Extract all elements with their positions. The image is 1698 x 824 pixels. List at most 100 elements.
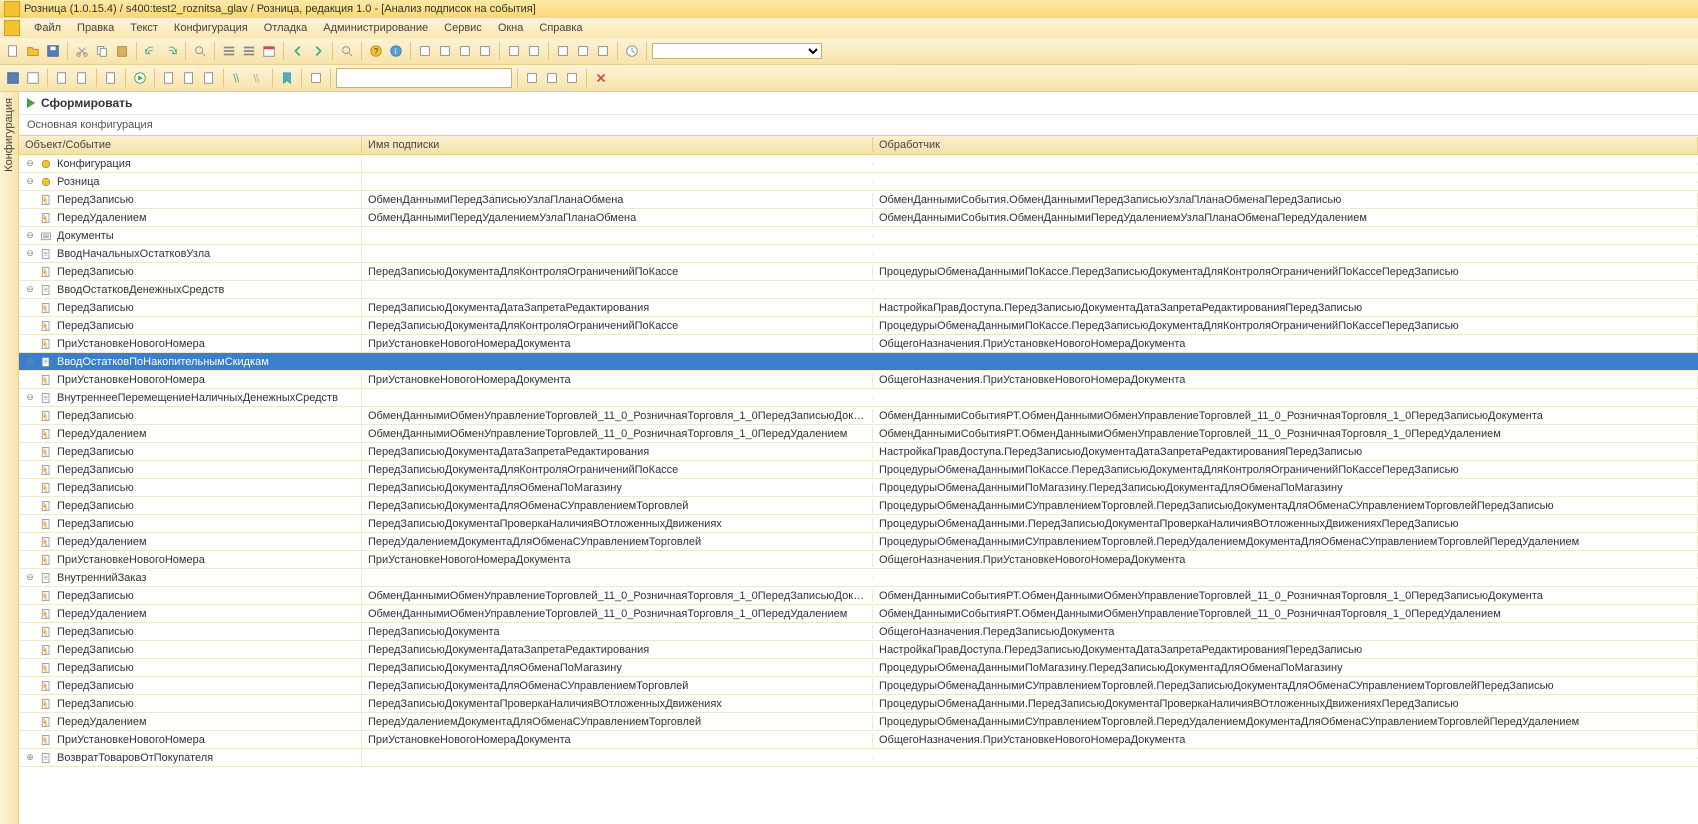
table-row[interactable]: ПередЗаписьюПередЗаписьюДокументаДатаЗап…	[19, 299, 1698, 317]
table-row[interactable]: ПередЗаписьюПередЗаписьюДокументаДатаЗап…	[19, 443, 1698, 461]
form-button[interactable]: Сформировать	[19, 92, 1698, 115]
uncomment-icon[interactable]	[249, 69, 267, 87]
zoom-icon[interactable]	[338, 42, 356, 60]
tree-toggle-icon[interactable]: ⊖	[25, 285, 35, 295]
tb-i[interactable]	[594, 42, 612, 60]
tb-g[interactable]	[554, 42, 572, 60]
menu-config[interactable]: Конфигурация	[166, 20, 256, 36]
table-row[interactable]: ⊖ВнутреннееПеремещениеНаличныхДенежныхСр…	[19, 389, 1698, 407]
tb2-h[interactable]	[200, 69, 218, 87]
tb2-e[interactable]	[102, 69, 120, 87]
table-row[interactable]: ПередЗаписьюОбменДаннымиОбменУправлениеТ…	[19, 587, 1698, 605]
tb2-c[interactable]	[53, 69, 71, 87]
table-row[interactable]: ПередЗаписьюОбменДаннымиПередЗаписьюУзла…	[19, 191, 1698, 209]
tb2-d[interactable]	[73, 69, 91, 87]
table-row[interactable]: ПередЗаписьюПередЗаписьюДокументаДляКонт…	[19, 317, 1698, 335]
search-icon[interactable]	[191, 42, 209, 60]
menu-help[interactable]: Справка	[531, 20, 590, 36]
tree-toggle-icon[interactable]: ⊖	[25, 393, 35, 403]
table-row[interactable]: ⊖ВнутреннийЗаказ	[19, 569, 1698, 587]
menu-edit[interactable]: Правка	[69, 20, 122, 36]
table-row[interactable]: ⊖ВводНачальныхОстатковУзла	[19, 245, 1698, 263]
play-icon[interactable]	[131, 69, 149, 87]
tree-toggle-icon[interactable]: ⊖	[25, 159, 35, 169]
tb-a[interactable]	[416, 42, 434, 60]
comment-icon[interactable]	[229, 69, 247, 87]
tb2-i[interactable]	[307, 69, 325, 87]
menu-debug[interactable]: Отладка	[256, 20, 315, 36]
table-row[interactable]: ⊕ВозвратТоваровОтПокупателя	[19, 749, 1698, 767]
menu-service[interactable]: Сервис	[436, 20, 490, 36]
undo-icon[interactable]	[142, 42, 160, 60]
table-row[interactable]: ПередЗаписьюПередЗаписьюДокументаДляОбме…	[19, 677, 1698, 695]
table-row[interactable]: ⊖Розница	[19, 173, 1698, 191]
tb2-k[interactable]	[543, 69, 561, 87]
table-row[interactable]: ⊖ВводОстатковПоНакопительнымСкидкам	[19, 353, 1698, 371]
close-x-icon[interactable]	[592, 69, 610, 87]
table-row[interactable]: ПриУстановкеНовогоНомераПриУстановкеНово…	[19, 371, 1698, 389]
tree-toggle-icon[interactable]: ⊖	[25, 573, 35, 583]
col-handler[interactable]: Обработчик	[873, 137, 1698, 153]
tb2-j[interactable]	[523, 69, 541, 87]
tree-toggle-icon[interactable]: ⊖	[25, 177, 35, 187]
table-row[interactable]: ПередУдалениемОбменДаннымиОбменУправлени…	[19, 425, 1698, 443]
table-row[interactable]: ПередЗаписьюПередЗаписьюДокументаДляОбме…	[19, 479, 1698, 497]
grid-body[interactable]: ⊖Конфигурация⊖РозницаПередЗаписьюОбменДа…	[19, 155, 1698, 824]
calendar-icon[interactable]	[260, 42, 278, 60]
tb-f[interactable]	[525, 42, 543, 60]
tree-toggle-icon[interactable]: ⊖	[25, 357, 35, 367]
tb2-f[interactable]	[160, 69, 178, 87]
menu-text[interactable]: Текст	[122, 20, 166, 36]
tb-d[interactable]	[476, 42, 494, 60]
table-row[interactable]: ПриУстановкеНовогоНомераПриУстановкеНово…	[19, 551, 1698, 569]
paste-icon[interactable]	[113, 42, 131, 60]
menu-file[interactable]: Файл	[26, 20, 69, 36]
col-subscription-name[interactable]: Имя подписки	[362, 137, 873, 153]
tb-e[interactable]	[505, 42, 523, 60]
back-icon[interactable]	[289, 42, 307, 60]
menu-admin[interactable]: Администрирование	[315, 20, 436, 36]
bookmark-icon[interactable]	[278, 69, 296, 87]
table-row[interactable]: ПередЗаписьюПередЗаписьюДокументаДляКонт…	[19, 263, 1698, 281]
table-row[interactable]: ПередЗаписьюПередЗаписьюДокументаДатаЗап…	[19, 641, 1698, 659]
info-icon[interactable]: i	[387, 42, 405, 60]
copy-icon[interactable]	[93, 42, 111, 60]
table-row[interactable]: ПередЗаписьюОбменДаннымиОбменУправлениеТ…	[19, 407, 1698, 425]
toolbar-search-input[interactable]	[336, 68, 512, 88]
new-icon[interactable]	[4, 42, 22, 60]
open-icon[interactable]	[24, 42, 42, 60]
menu-windows[interactable]: Окна	[490, 20, 532, 36]
tb2-l[interactable]	[563, 69, 581, 87]
table-row[interactable]: ПередЗаписьюПередЗаписьюДокументаДляОбме…	[19, 659, 1698, 677]
table-row[interactable]: ПриУстановкеНовогоНомераПриУстановкеНово…	[19, 731, 1698, 749]
tree-toggle-icon[interactable]: ⊖	[25, 249, 35, 259]
table-row[interactable]: ПередЗаписьюПередЗаписьюДокументаДляКонт…	[19, 461, 1698, 479]
cut-icon[interactable]	[73, 42, 91, 60]
list-icon[interactable]	[220, 42, 238, 60]
table-row[interactable]: ПередЗаписьюПередЗаписьюДокументаПроверк…	[19, 515, 1698, 533]
fwd-icon[interactable]	[309, 42, 327, 60]
table-row[interactable]: ПередУдалениемОбменДаннымиОбменУправлени…	[19, 605, 1698, 623]
help-icon[interactable]: ?	[367, 42, 385, 60]
table-row[interactable]: ПередУдалениемПередУдалениемДокументаДля…	[19, 533, 1698, 551]
tb-c[interactable]	[456, 42, 474, 60]
tb-h[interactable]	[574, 42, 592, 60]
table-row[interactable]: ПередУдалениемОбменДаннымиПередУдалением…	[19, 209, 1698, 227]
tb2-g[interactable]	[180, 69, 198, 87]
tb-b[interactable]	[436, 42, 454, 60]
tb2-a[interactable]	[4, 69, 22, 87]
tb2-b[interactable]	[24, 69, 42, 87]
table-row[interactable]: ПередЗаписьюПередЗаписьюДокументаДляОбме…	[19, 497, 1698, 515]
tree-toggle-icon[interactable]: ⊖	[25, 231, 35, 241]
col-object-event[interactable]: Объект/Событие	[19, 137, 362, 153]
table-row[interactable]: ПередЗаписьюПередЗаписьюДокументаОбщегоН…	[19, 623, 1698, 641]
table-row[interactable]: ПриУстановкеНовогоНомераПриУстановкеНово…	[19, 335, 1698, 353]
table-row[interactable]: ПередУдалениемПередУдалениемДокументаДля…	[19, 713, 1698, 731]
tree-toggle-icon[interactable]: ⊕	[25, 753, 35, 763]
toolbar-select[interactable]	[652, 43, 822, 59]
table-row[interactable]: ⊖Документы	[19, 227, 1698, 245]
save-icon[interactable]	[44, 42, 62, 60]
clock-icon[interactable]	[623, 42, 641, 60]
menubar[interactable]: Файл Правка Текст Конфигурация Отладка А…	[0, 18, 1698, 38]
side-tab-config[interactable]: Конфигурация	[0, 92, 19, 824]
